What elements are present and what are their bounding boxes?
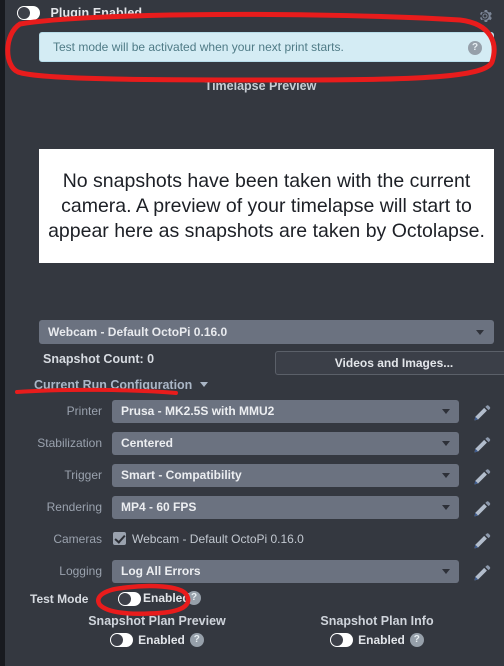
row-label-rendering: Rendering bbox=[46, 500, 102, 514]
stabilization-select[interactable]: Centered bbox=[112, 432, 459, 455]
toggle-knob bbox=[18, 6, 30, 19]
chevron-down-icon bbox=[442, 569, 450, 574]
row-logging: Logging Log All Errors bbox=[17, 560, 504, 586]
question-circle-icon[interactable] bbox=[187, 590, 201, 605]
edit-rendering-pencil-icon[interactable] bbox=[472, 498, 492, 518]
toggle-knob bbox=[111, 634, 124, 646]
trigger-select-value: Smart - Compatibility bbox=[121, 468, 242, 482]
snapshot-count-label: Snapshot Count: 0 bbox=[43, 352, 155, 366]
row-label-logging: Logging bbox=[59, 564, 102, 578]
question-circle-icon[interactable] bbox=[468, 40, 482, 55]
chevron-down-icon bbox=[442, 409, 450, 414]
test-mode-toggle[interactable] bbox=[118, 592, 141, 606]
printer-select[interactable]: Prusa - MK2.5S with MMU2 bbox=[112, 400, 459, 423]
snapshot-plan-info-state: Enabled bbox=[358, 633, 405, 647]
edit-logging-pencil-icon[interactable] bbox=[472, 562, 492, 582]
logging-select[interactable]: Log All Errors bbox=[112, 560, 459, 583]
gear-icon[interactable] bbox=[477, 8, 493, 24]
edit-trigger-pencil-icon[interactable] bbox=[472, 466, 492, 486]
snapshot-plan-preview-toggle[interactable] bbox=[110, 633, 134, 647]
chevron-down-icon bbox=[476, 330, 484, 335]
rendering-select[interactable]: MP4 - 60 FPS bbox=[112, 496, 459, 519]
row-rendering: Rendering MP4 - 60 FPS bbox=[17, 496, 504, 522]
panel-header: Plugin Enabled bbox=[17, 4, 504, 28]
panel-content: Plugin Enabled Test mode will be activat… bbox=[17, 0, 504, 666]
edit-stabilization-pencil-icon[interactable] bbox=[472, 434, 492, 454]
plugin-enabled-label: Plugin Enabled bbox=[50, 5, 143, 20]
row-trigger: Trigger Smart - Compatibility bbox=[17, 464, 504, 490]
camera-checkbox-label: Webcam - Default OctoPi 0.16.0 bbox=[132, 532, 304, 546]
row-cameras: Cameras Webcam - Default OctoPi 0.16.0 bbox=[17, 528, 504, 554]
snapshot-plan-info-title: Snapshot Plan Info bbox=[320, 614, 434, 628]
camera-select[interactable]: Webcam - Default OctoPi 0.16.0 bbox=[39, 320, 494, 344]
test-mode-alert: Test mode will be activated when your ne… bbox=[39, 32, 494, 62]
snapshot-plan-preview-title: Snapshot Plan Preview bbox=[88, 614, 226, 628]
test-mode-label: Test Mode bbox=[30, 592, 89, 606]
octolapse-tab: Plugin Enabled Test mode will be activat… bbox=[0, 0, 504, 666]
timelapse-empty-message: No snapshots have been taken with the cu… bbox=[48, 169, 485, 242]
test-mode-row: Test Mode Enabled bbox=[17, 588, 504, 610]
chevron-down-icon bbox=[199, 382, 208, 388]
edit-cameras-pencil-icon[interactable] bbox=[472, 530, 492, 550]
row-stabilization: Stabilization Centered bbox=[17, 432, 504, 458]
snapshot-plan-info-toggle[interactable] bbox=[330, 633, 354, 647]
rendering-select-value: MP4 - 60 FPS bbox=[121, 500, 197, 514]
trigger-select[interactable]: Smart - Compatibility bbox=[112, 464, 459, 487]
toggle-knob bbox=[119, 593, 131, 605]
snapshot-plan-info-group: Snapshot Plan Info Enabled bbox=[257, 614, 497, 647]
current-run-configuration-toggle[interactable]: Current Run Configuration bbox=[34, 378, 208, 392]
row-label-stabilization: Stabilization bbox=[37, 436, 102, 450]
row-printer: Printer Prusa - MK2.5S with MMU2 bbox=[17, 400, 504, 426]
camera-checkbox[interactable] bbox=[113, 532, 126, 545]
bottom-options: Snapshot Plan Preview Enabled Snapshot P… bbox=[17, 614, 504, 660]
camera-select-value: Webcam - Default OctoPi 0.16.0 bbox=[48, 325, 228, 339]
row-label-printer: Printer bbox=[66, 404, 102, 418]
alert-message: Test mode will be activated when your ne… bbox=[53, 40, 344, 54]
stabilization-select-value: Centered bbox=[121, 436, 174, 450]
question-circle-icon[interactable] bbox=[189, 632, 204, 647]
row-label-trigger: Trigger bbox=[64, 468, 102, 482]
timelapse-preview-title: Timelapse Preview bbox=[204, 79, 317, 93]
toggle-knob bbox=[331, 634, 344, 646]
row-label-cameras: Cameras bbox=[53, 532, 102, 546]
question-circle-icon[interactable] bbox=[409, 632, 424, 647]
edit-printer-pencil-icon[interactable] bbox=[472, 402, 492, 422]
videos-and-images-button[interactable]: Videos and Images... bbox=[275, 351, 504, 375]
chevron-down-icon bbox=[442, 505, 450, 510]
snapshot-plan-preview-state: Enabled bbox=[138, 633, 185, 647]
logging-select-value: Log All Errors bbox=[121, 564, 201, 578]
test-mode-state-label: Enabled bbox=[143, 591, 190, 605]
timelapse-preview-area: No snapshots have been taken with the cu… bbox=[39, 149, 494, 263]
snapshot-plan-preview-group: Snapshot Plan Preview Enabled bbox=[37, 614, 277, 647]
chevron-down-icon bbox=[442, 441, 450, 446]
chevron-down-icon bbox=[442, 473, 450, 478]
printer-select-value: Prusa - MK2.5S with MMU2 bbox=[121, 404, 275, 418]
current-run-configuration-label: Current Run Configuration bbox=[34, 378, 193, 392]
plugin-enabled-toggle[interactable] bbox=[17, 5, 40, 20]
